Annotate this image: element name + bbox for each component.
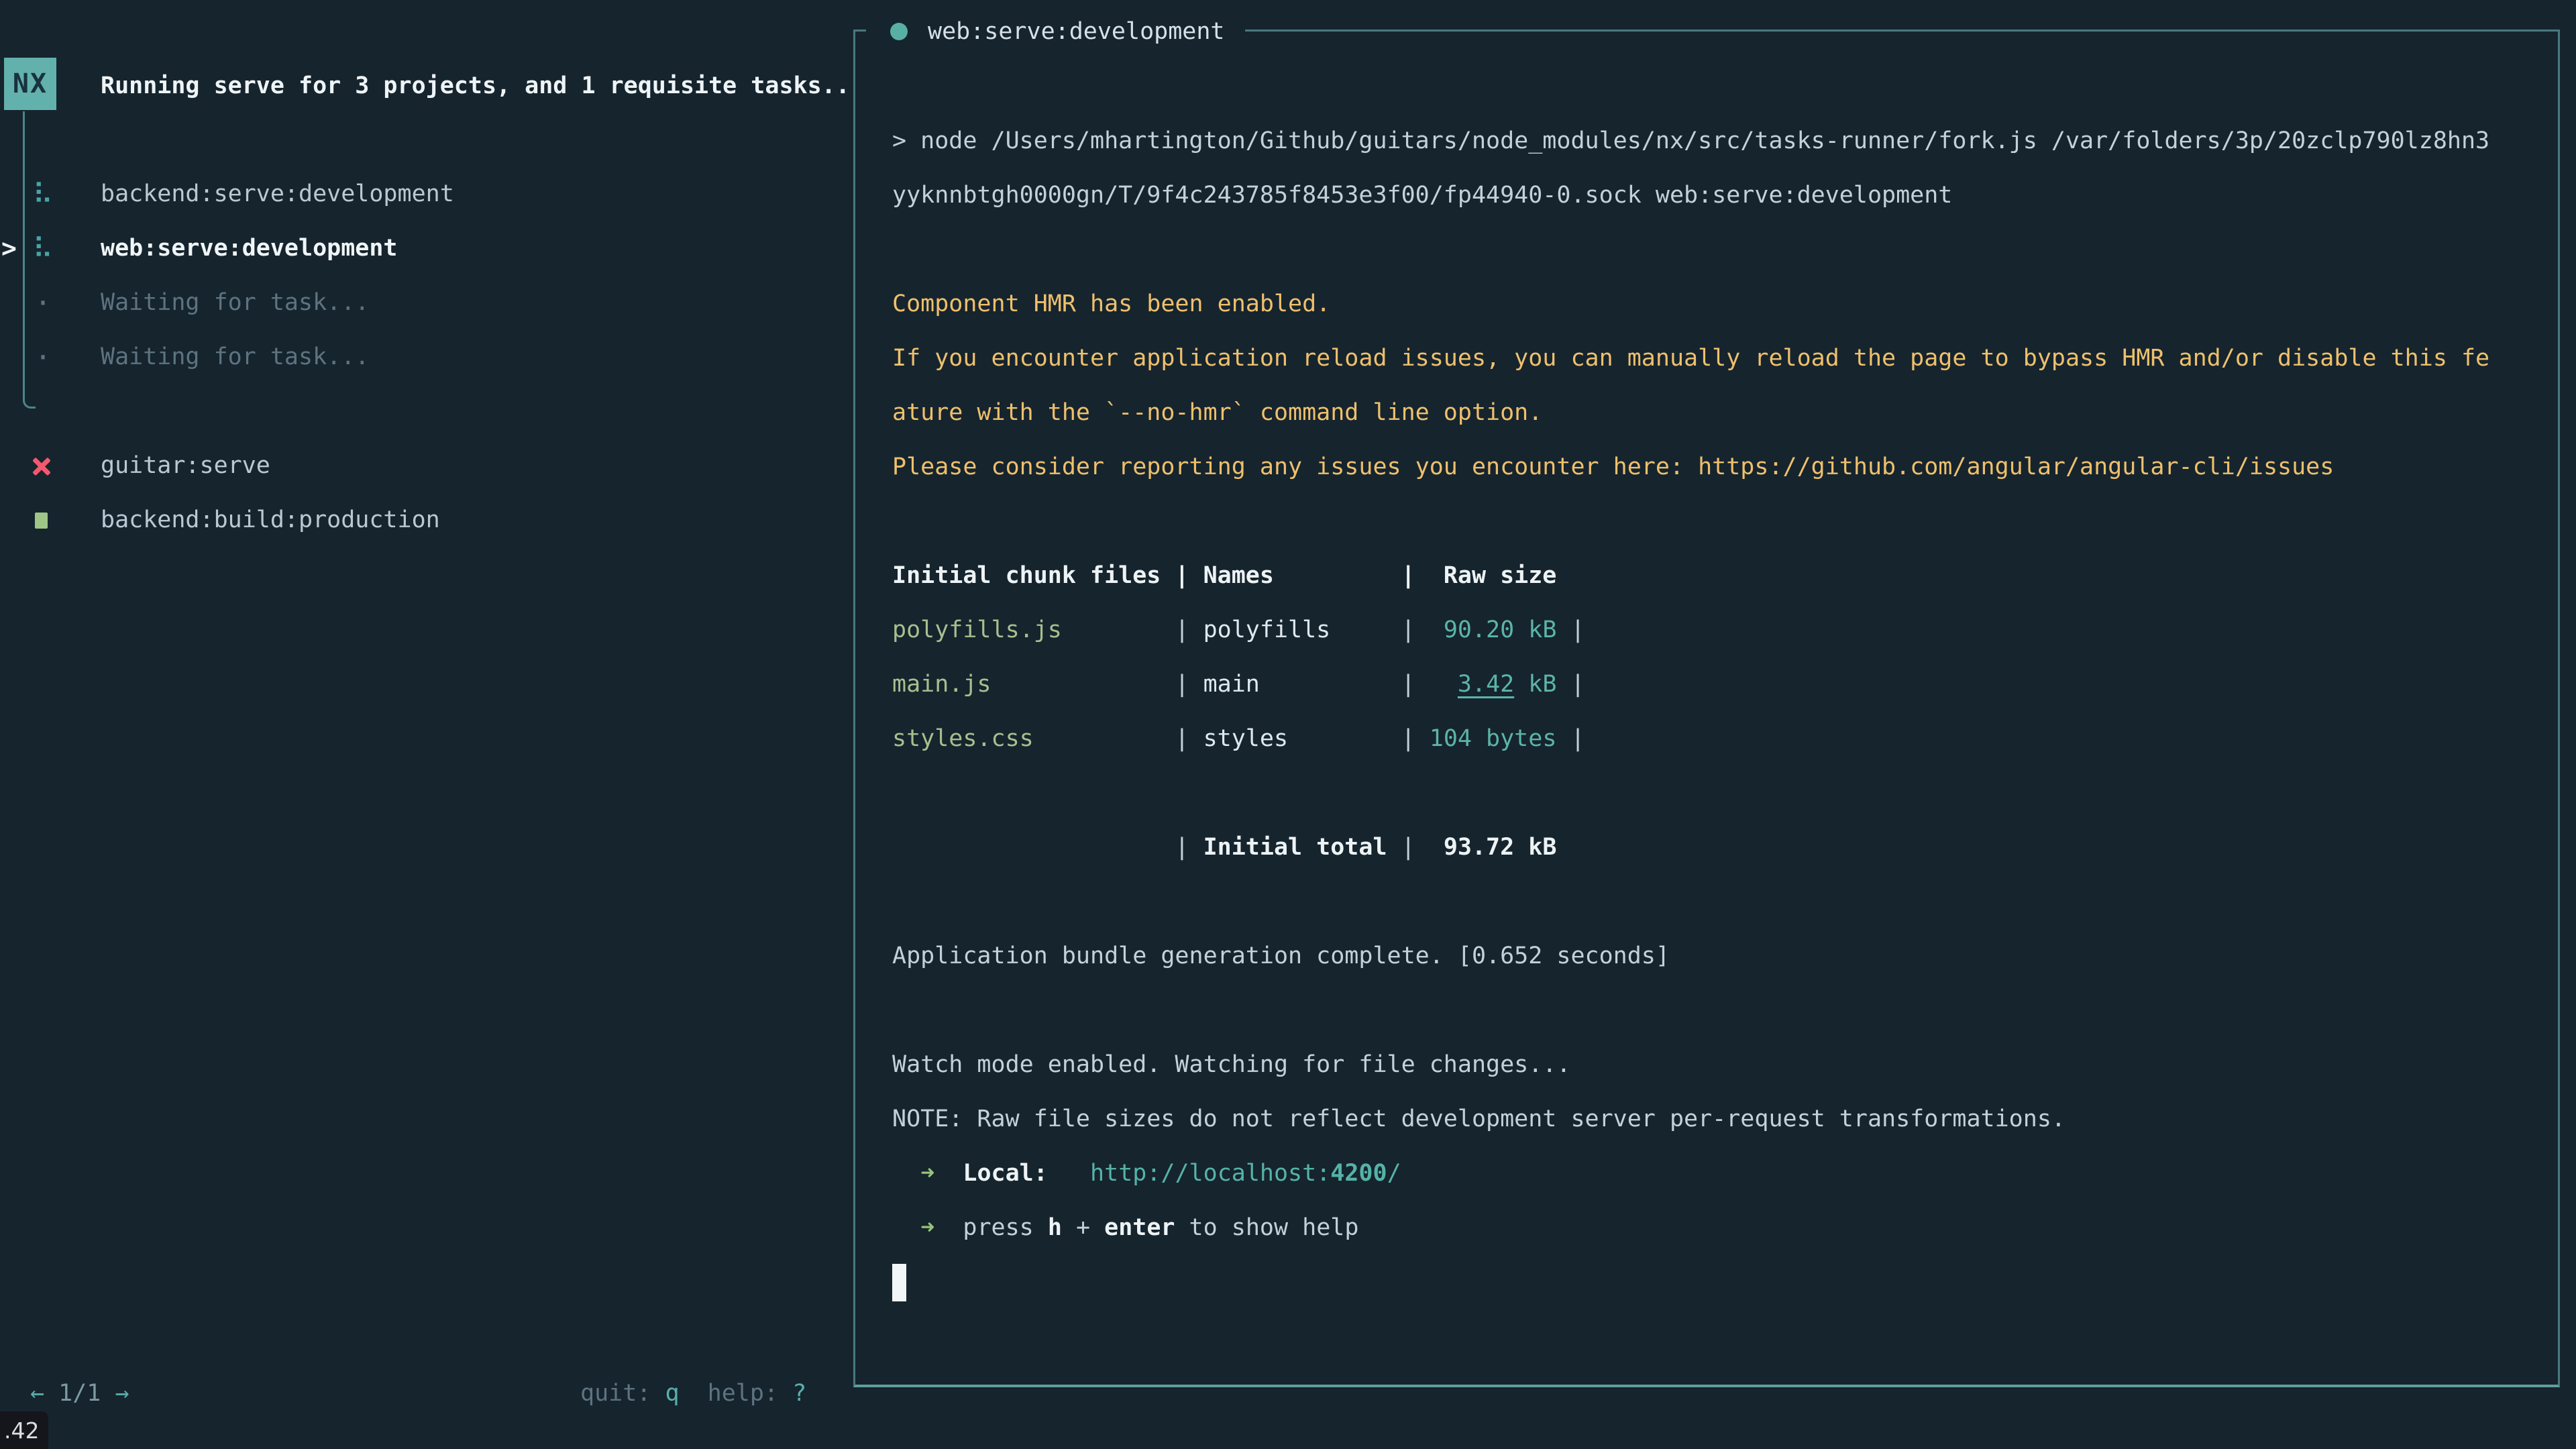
terminal-line: [892, 1255, 2544, 1309]
terminal-line: ature with the `--no-hmr` command line o…: [892, 386, 2544, 440]
task-row[interactable]: · Waiting for task...: [0, 276, 837, 330]
terminal-screen: NX Running serve for 3 projects, and 1 r…: [0, 0, 2576, 1449]
nx-logo-badge: NX: [4, 58, 56, 110]
terminal-line: styles.css | styles | 104 bytes |: [892, 712, 2544, 766]
task-row[interactable]: ⠧ backend:serve:development: [0, 167, 837, 221]
waiting-dot-icon: ·: [30, 276, 56, 330]
terminal-line: ➜ press h + enter to show help: [892, 1201, 2544, 1255]
hint-key: q: [665, 1380, 679, 1407]
hint-label: quit:: [580, 1380, 665, 1407]
sidebar-title: Running serve for 3 projects, and 1 requ…: [101, 59, 850, 113]
hint-key: ?: [792, 1380, 806, 1407]
hint-label: help:: [680, 1380, 793, 1407]
text-cursor: [892, 1264, 906, 1301]
selected-chevron-icon: >: [1, 221, 17, 276]
terminal-line: Initial chunk files | Names | Raw size: [892, 549, 2544, 603]
pager-prev-icon[interactable]: ←: [30, 1380, 44, 1407]
waiting-dot-icon: ·: [30, 330, 56, 384]
terminal-output: > node /Users/mhartington/Github/guitars…: [855, 32, 2558, 1309]
spinner-icon: ⠧: [30, 167, 56, 221]
task-label: web:serve:development: [101, 221, 398, 276]
task-row[interactable]: backend:build:production: [0, 493, 837, 547]
task-row[interactable]: >⠧ web:serve:development: [0, 221, 837, 276]
task-row[interactable]: guitar:serve: [0, 439, 837, 493]
terminal-line: [892, 223, 2544, 277]
task-label: Waiting for task...: [101, 276, 369, 330]
terminal-line: [892, 875, 2544, 929]
terminal-line: polyfills.js | polyfills | 90.20 kB |: [892, 603, 2544, 657]
terminal-line: [892, 494, 2544, 549]
spinner-icon: ⠧: [30, 221, 56, 276]
terminal-line: > node /Users/mhartington/Github/guitars…: [892, 114, 2544, 168]
terminal-line: Component HMR has been enabled.: [892, 277, 2544, 331]
terminal-line: | Initial total | 93.72 kB: [892, 820, 2544, 875]
task-label: Waiting for task...: [101, 330, 369, 384]
terminal-line: Application bundle generation complete. …: [892, 929, 2544, 983]
success-square-icon: [35, 513, 48, 529]
keyboard-hints: quit: q help: ?: [580, 1366, 806, 1421]
task-output-panel: web:serve:development > node /Users/mhar…: [853, 30, 2560, 1387]
terminal-line: Watch mode enabled. Watching for file ch…: [892, 1038, 2544, 1092]
keystroke-overlay: .42: [0, 1411, 48, 1449]
pager-page-indicator: 1/1: [44, 1380, 115, 1407]
terminal-line: [892, 766, 2544, 820]
failed-cross-icon: [31, 456, 52, 476]
terminal-line: NOTE: Raw file sizes do not reflect deve…: [892, 1092, 2544, 1146]
task-label: backend:serve:development: [101, 167, 454, 221]
task-row[interactable]: · Waiting for task...: [0, 330, 837, 384]
terminal-line: If you encounter application reload issu…: [892, 331, 2544, 386]
task-label: guitar:serve: [101, 439, 270, 493]
pager-next-icon[interactable]: →: [115, 1380, 129, 1407]
terminal-line: [892, 983, 2544, 1038]
terminal-line: ➜ Local: http://localhost:4200/: [892, 1146, 2544, 1201]
terminal-line: main.js | main | 3.42 kB |: [892, 657, 2544, 712]
terminal-line: yyknnbtgh0000gn/T/9f4c243785f8453e3f00/f…: [892, 168, 2544, 223]
task-label: backend:build:production: [101, 493, 440, 547]
terminal-line: Please consider reporting any issues you…: [892, 440, 2544, 494]
